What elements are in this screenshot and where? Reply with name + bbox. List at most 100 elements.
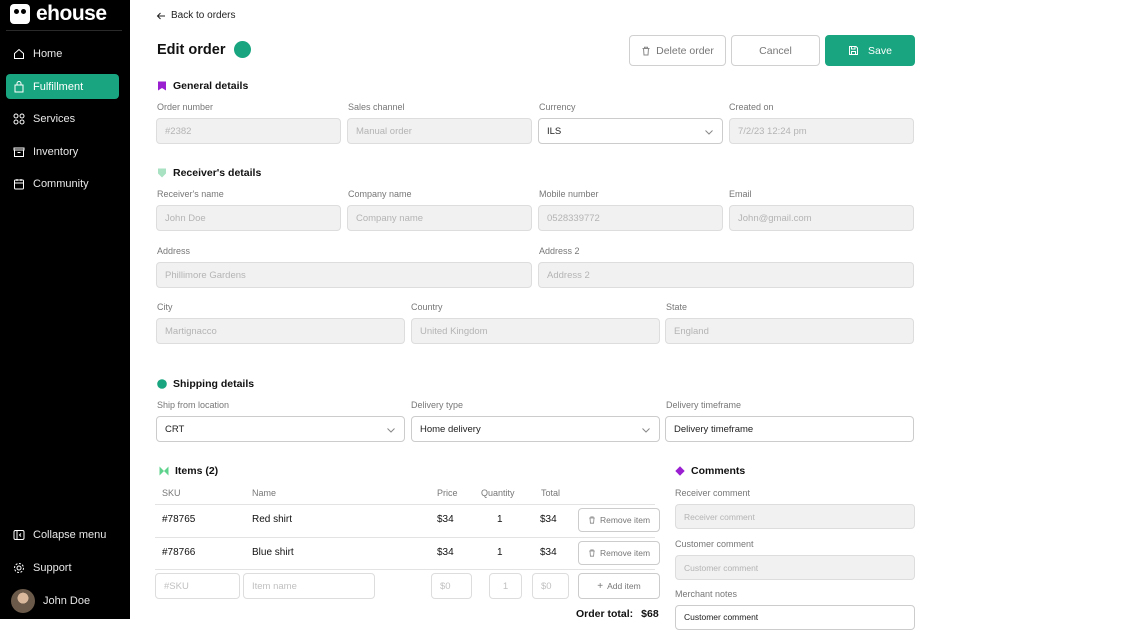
bag-icon (14, 80, 24, 92)
user-profile[interactable]: John Doe (6, 588, 119, 614)
customer-comment-field[interactable]: Customer comment (675, 555, 915, 580)
support-label: Support (33, 561, 72, 574)
item-total: $34 (540, 514, 557, 525)
section-title: Receiver's details (173, 167, 262, 179)
section-title: Items (2) (175, 465, 219, 477)
page-header: Edit order (157, 41, 252, 58)
collapse-menu-button[interactable]: Collapse menu (6, 522, 119, 547)
main-content: Back to orders Edit order Delete order C… (130, 0, 1130, 630)
brand-logo[interactable]: ehouse (10, 2, 107, 26)
trash-icon (589, 516, 595, 524)
state-field[interactable]: England (665, 318, 914, 344)
items-icon (159, 466, 169, 476)
item-sku: #78766 (162, 547, 196, 558)
email-field[interactable]: John@gmail.com (729, 205, 914, 231)
currency-select[interactable]: ILS (538, 118, 723, 144)
sidebar-item-inventory[interactable]: Inventory (6, 139, 119, 164)
item-quantity: 1 (497, 547, 503, 558)
order-total-label: Order total: (576, 608, 634, 620)
ship-from-select[interactable]: CRT (156, 416, 405, 442)
remove-item-label: Remove item (599, 548, 651, 558)
country-label: Country (411, 302, 443, 312)
plus-icon: + (597, 580, 604, 592)
item-name: Blue shirt (252, 547, 294, 558)
state-label: State (666, 302, 688, 312)
trash-icon (589, 549, 595, 557)
delivery-type-select[interactable]: Home delivery (411, 416, 660, 442)
divider (155, 569, 655, 570)
delete-label: Delete order (656, 44, 714, 57)
address2-field[interactable]: Address 2 (538, 262, 914, 288)
mobile-number-field[interactable]: 0528339772 (538, 205, 723, 231)
receiver-name-field[interactable]: John Doe (156, 205, 341, 231)
remove-item-button[interactable]: Remove item (578, 508, 660, 532)
sidebar-item-label: Home (33, 47, 63, 60)
order-total-value: $68 (641, 608, 659, 620)
sidebar-item-home[interactable]: Home (6, 41, 119, 66)
delete-order-button[interactable]: Delete order (629, 35, 726, 66)
merchant-notes-label: Merchant notes (675, 589, 738, 599)
section-items: Items (2) (159, 465, 218, 477)
column-header-sku: SKU (162, 488, 181, 498)
new-item-sku-input[interactable]: #SKU (155, 573, 240, 599)
new-item-price-input[interactable]: $0 (431, 573, 472, 599)
item-price: $34 (437, 514, 454, 525)
order-number-label: Order number (157, 102, 214, 112)
city-field[interactable]: Martignacco (156, 318, 405, 344)
currency-label: Currency (539, 102, 576, 112)
divider (155, 504, 655, 505)
logo-icon (10, 4, 30, 24)
receiver-comment-field[interactable]: Receiver comment (675, 504, 915, 529)
gear-icon (14, 562, 24, 573)
item-quantity: 1 (497, 514, 503, 525)
delivery-type-label: Delivery type (411, 400, 464, 410)
delivery-timeframe-field[interactable]: Delivery timeframe (665, 416, 914, 442)
city-label: City (157, 302, 173, 312)
add-item-label: Add item (607, 581, 641, 591)
back-link[interactable]: Back to orders (156, 10, 235, 21)
company-name-field[interactable]: Company name (347, 205, 532, 231)
section-receivers-details: Receiver's details (157, 167, 261, 179)
cancel-button[interactable]: Cancel (731, 35, 820, 66)
section-comments: Comments (675, 465, 745, 477)
circle-icon (157, 379, 167, 389)
section-shipping-details: Shipping details (157, 378, 254, 390)
chevron-down-icon (642, 428, 650, 433)
merchant-notes-field[interactable]: Customer comment (675, 605, 915, 630)
sidebar-item-services[interactable]: Services (6, 106, 119, 131)
new-item-quantity-input[interactable]: 1 (489, 573, 522, 599)
add-item-button[interactable]: + Add item (578, 573, 660, 599)
email-label: Email (729, 189, 752, 199)
box-icon (13, 147, 25, 157)
sidebar: ehouse Home Fulfillment Services Invento… (0, 0, 130, 619)
item-price: $34 (437, 547, 454, 558)
sidebar-item-community[interactable]: Community (6, 171, 119, 196)
chevron-down-icon (705, 130, 713, 135)
created-on-field[interactable]: 7/2/23 12:24 pm (729, 118, 914, 144)
new-item-name-input[interactable]: Item name (243, 573, 375, 599)
trash-icon (642, 46, 650, 55)
diamond-icon (675, 466, 685, 476)
brand-name: ehouse (36, 2, 107, 25)
created-on-label: Created on (729, 102, 774, 112)
sidebar-item-fulfillment[interactable]: Fulfillment (6, 74, 119, 99)
sidebar-item-label: Community (33, 177, 89, 190)
support-button[interactable]: Support (6, 555, 119, 580)
order-number-field[interactable]: #2382 (156, 118, 341, 144)
receiver-name-label: Receiver's name (157, 189, 224, 199)
grid-icon (13, 113, 25, 124)
address-field[interactable]: Phillimore Gardens (156, 262, 532, 288)
save-button[interactable]: Save (825, 35, 915, 66)
column-header-total: Total (541, 488, 561, 498)
calendar-icon (14, 178, 24, 189)
company-name-label: Company name (348, 189, 412, 199)
save-icon (849, 46, 859, 55)
country-field[interactable]: United Kingdom (411, 318, 660, 344)
currency-value: ILS (547, 125, 562, 137)
new-item-total-input[interactable]: $0 (532, 573, 569, 599)
sales-channel-field[interactable]: Manual order (347, 118, 532, 144)
remove-item-button[interactable]: Remove item (578, 541, 660, 565)
order-total: Order total: $68 (576, 608, 659, 620)
section-title: Comments (691, 465, 746, 477)
cancel-label: Cancel (759, 44, 792, 57)
